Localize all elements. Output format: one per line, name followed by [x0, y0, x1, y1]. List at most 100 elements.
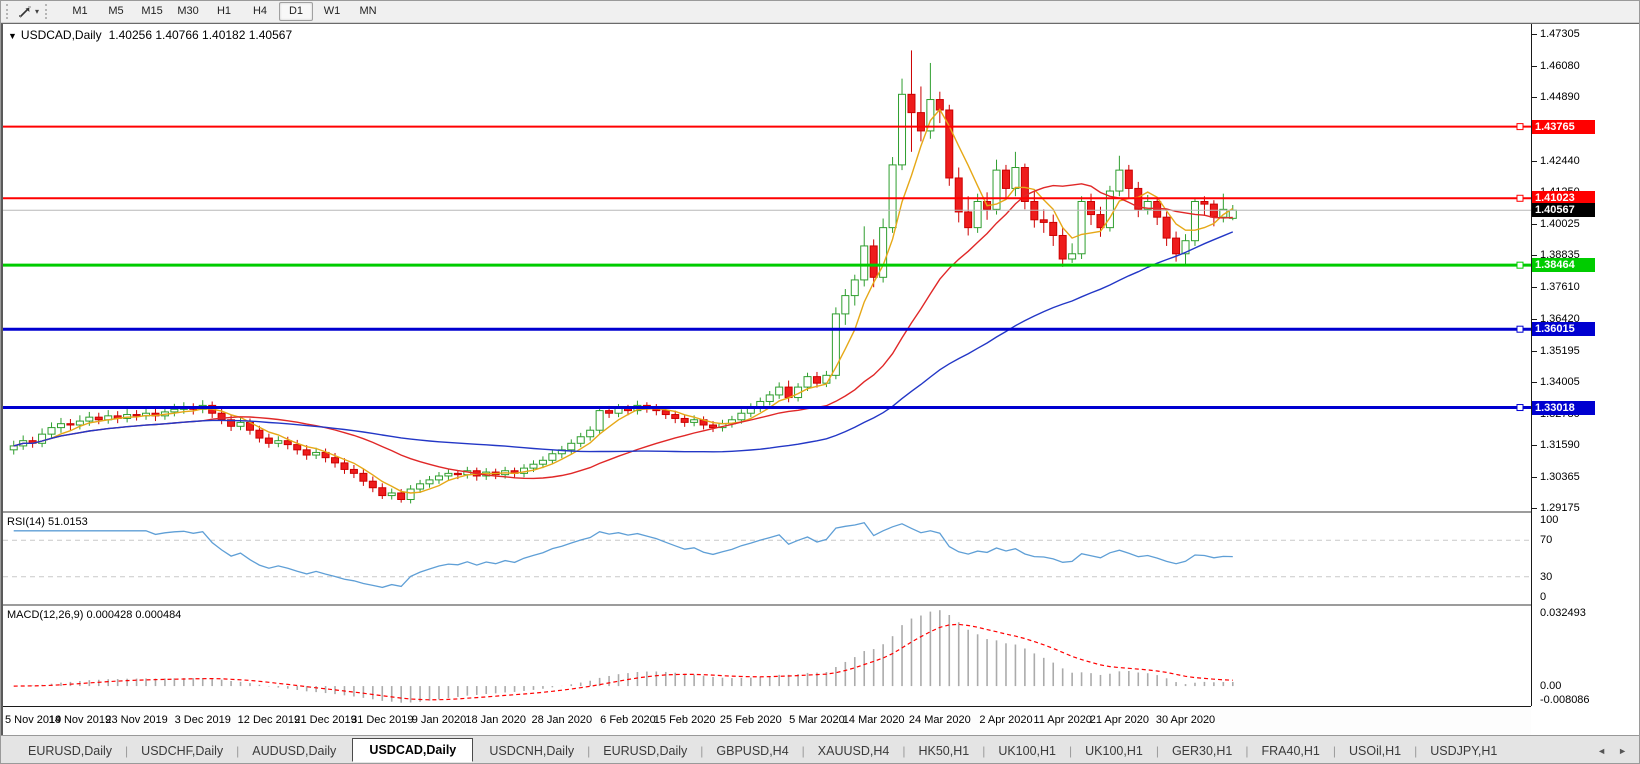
date-label: 15 Feb 2020 [654, 714, 716, 726]
macd-axis-label: -0.008086 [1540, 694, 1590, 706]
macd-axis-label: 0.00 [1540, 680, 1561, 692]
price-chart-svg [3, 24, 1531, 511]
price-tick-label: 1.40025 [1540, 218, 1580, 230]
date-label: 14 Nov 2019 [49, 714, 111, 726]
date-label: 3 Dec 2019 [175, 714, 231, 726]
macd-signal-line [14, 624, 1233, 699]
price-pane[interactable]: ▼USDCAD,Daily1.40256 1.40766 1.40182 1.4… [3, 24, 1531, 511]
tab-uk100-h1[interactable]: UK100,H1 [985, 740, 1069, 762]
axis-tick-mark [1532, 34, 1537, 35]
rsi-value: 51.0153 [48, 516, 88, 528]
timeframe-buttons: M1M5M15M30H1H4D1W1MN [63, 2, 385, 21]
current-price-badge: 1.40567 [1532, 203, 1595, 217]
date-label: 31 Dec 2019 [351, 714, 413, 726]
timeframe-button-m1[interactable]: M1 [63, 2, 97, 21]
rsi-chart-svg [3, 513, 1531, 604]
timeframe-button-m30[interactable]: M30 [171, 2, 205, 21]
rsi-line [14, 523, 1233, 588]
date-label: 6 Feb 2020 [600, 714, 656, 726]
date-label: 24 Mar 2020 [909, 714, 971, 726]
tabs-scroll-right-icon[interactable]: ► [1618, 746, 1627, 756]
hline-price-badge: 1.38464 [1532, 258, 1595, 272]
hline-price-badge: 1.36015 [1532, 322, 1595, 336]
axis-tick-mark [1532, 382, 1537, 383]
date-label: 23 Nov 2019 [105, 714, 167, 726]
price-tick-label: 1.46080 [1540, 60, 1580, 72]
chart-symbol-label: USDCAD,Daily [21, 28, 102, 42]
toolbar-grip [6, 4, 11, 19]
collapse-arrow-icon[interactable]: ▼ [8, 31, 17, 41]
tab-fra40-h1[interactable]: FRA40,H1 [1249, 740, 1333, 762]
price-tick-label: 1.29175 [1540, 502, 1580, 514]
tab-usdjpy-h1[interactable]: USDJPY,H1 [1417, 740, 1510, 762]
price-axis[interactable]: 1.473051.460801.448901.436651.424401.412… [1531, 24, 1640, 706]
rsi-axis-label: 0 [1540, 591, 1546, 603]
tab-eurusd-daily[interactable]: EURUSD,Daily [590, 740, 700, 762]
chart-title: ▼USDCAD,Daily1.40256 1.40766 1.40182 1.4… [8, 28, 292, 42]
rsi-axis-label: 30 [1540, 571, 1552, 583]
toolbar-left-group: ▾ [1, 4, 55, 20]
price-tick-label: 1.47305 [1540, 28, 1580, 40]
tab-usdcnh-daily[interactable]: USDCNH,Daily [476, 740, 587, 762]
axis-tick-mark [1532, 445, 1537, 446]
timeframe-button-w1[interactable]: W1 [315, 2, 349, 21]
tab-usoil-h1[interactable]: USOil,H1 [1336, 740, 1414, 762]
axis-tick-mark [1532, 287, 1537, 288]
axis-tick-mark [1532, 66, 1537, 67]
tab-eurusd-daily[interactable]: EURUSD,Daily [15, 740, 125, 762]
tab-usdchf-daily[interactable]: USDCHF,Daily [128, 740, 236, 762]
rsi-axis-label: 100 [1540, 514, 1558, 526]
axis-tick-mark [1532, 161, 1537, 162]
timeframe-button-h1[interactable]: H1 [207, 2, 241, 21]
timeframe-button-h4[interactable]: H4 [243, 2, 277, 21]
hline-price-badge: 1.33018 [1532, 401, 1595, 415]
candlestick-series [10, 50, 1236, 503]
axis-tick-mark [1532, 319, 1537, 320]
hline-objects[interactable] [3, 124, 1531, 411]
date-label: 14 Mar 2020 [843, 714, 905, 726]
timeframe-button-d1[interactable]: D1 [279, 2, 313, 21]
price-tick-label: 1.31590 [1540, 439, 1580, 451]
axis-tick-mark [1532, 351, 1537, 352]
toolbar-grip-2 [45, 4, 50, 19]
date-label: 21 Apr 2020 [1090, 714, 1149, 726]
hline-price-badge: 1.43765 [1532, 120, 1595, 134]
rsi-pane[interactable]: RSI(14) 51.0153 [3, 513, 1531, 604]
macd-label: MACD(12,26,9) 0.000428 0.000484 [7, 609, 181, 621]
tab-scroll-arrows: ◄ ► [1583, 746, 1640, 756]
macd-name: MACD(12,26,9) [7, 609, 83, 621]
date-label: 11 Apr 2020 [1033, 714, 1092, 726]
tab-uk100-h1[interactable]: UK100,H1 [1072, 740, 1156, 762]
price-tick-label: 1.44890 [1540, 91, 1580, 103]
mt4-window: ▾ M1M5M15M30H1H4D1W1MN ▼ USDCAD,Daily 1.40… [0, 0, 1640, 764]
axis-tick-mark [1532, 477, 1537, 478]
chart-tabs: EURUSD,Daily|USDCHF,Daily|AUDUSD,Daily|U… [1, 736, 1583, 764]
tab-ger30-h1[interactable]: GER30,H1 [1159, 740, 1245, 762]
macd-pane[interactable]: MACD(12,26,9) 0.000428 0.000484 [3, 606, 1531, 706]
timeframe-button-m5[interactable]: M5 [99, 2, 133, 21]
date-label: 18 Jan 2020 [465, 714, 526, 726]
date-label: 2 Apr 2020 [979, 714, 1032, 726]
timeframe-button-mn[interactable]: MN [351, 2, 385, 21]
axis-tick-mark [1532, 255, 1537, 256]
date-axis[interactable]: 5 Nov 201914 Nov 201923 Nov 20193 Dec 20… [3, 706, 1531, 737]
tab-usdcad-daily[interactable]: USDCAD,Daily [352, 738, 473, 762]
date-label: 28 Jan 2020 [532, 714, 593, 726]
tabs-scroll-left-icon[interactable]: ◄ [1597, 746, 1606, 756]
timeframe-button-m15[interactable]: M15 [135, 2, 169, 21]
tab-gbpusd-h4[interactable]: GBPUSD,H4 [703, 740, 801, 762]
chevron-down-icon[interactable]: ▾ [35, 7, 39, 16]
date-label: 9 Jan 2020 [412, 714, 466, 726]
date-label: 30 Apr 2020 [1156, 714, 1215, 726]
crosshair-tool-icon[interactable] [16, 4, 34, 20]
date-label: 21 Dec 2019 [294, 714, 356, 726]
tab-audusd-daily[interactable]: AUDUSD,Daily [239, 740, 349, 762]
price-tick-label: 1.37610 [1540, 281, 1580, 293]
rsi-axis-label: 70 [1540, 534, 1552, 546]
axis-tick-mark [1532, 97, 1537, 98]
tab-hk50-h1[interactable]: HK50,H1 [905, 740, 982, 762]
date-label: 12 Dec 2019 [238, 714, 300, 726]
tab-xauusd-h4[interactable]: XAUUSD,H4 [805, 740, 903, 762]
price-tick-label: 1.34005 [1540, 376, 1580, 388]
price-tick-label: 1.42440 [1540, 155, 1580, 167]
